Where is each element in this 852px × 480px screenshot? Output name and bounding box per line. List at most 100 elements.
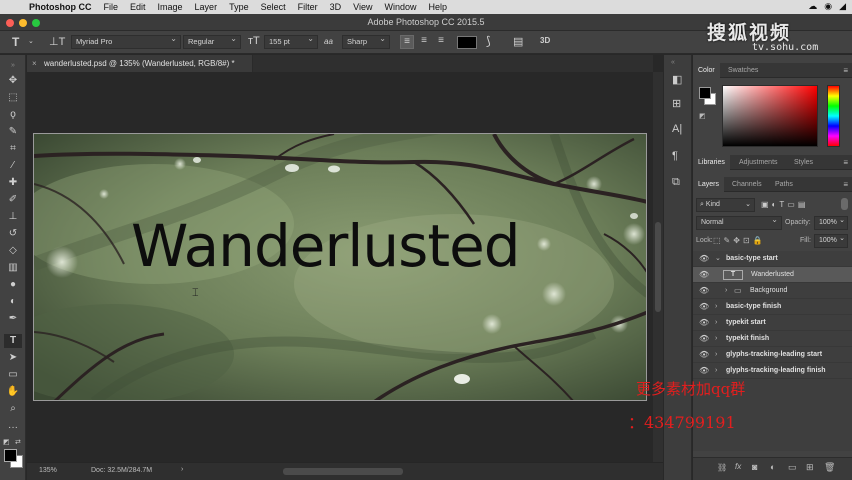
tab-channels[interactable]: Channels [727,177,767,192]
group-collapsed-chevron-icon[interactable]: › [715,363,717,379]
filter-toggle[interactable] [841,198,848,210]
crop-tool-icon[interactable]: ⌗ [4,142,22,156]
menu-edit[interactable]: Edit [130,2,146,12]
libraries-panel-menu-icon[interactable]: ≡ [843,158,848,167]
adjustment-layer-icon[interactable]: ◐ [770,462,775,472]
layer-text-wanderlusted[interactable]: 👁 T Wanderlusted [693,267,852,283]
layers-panel-menu-icon[interactable]: ≡ [843,180,848,189]
menu-type[interactable]: Type [229,2,249,12]
swap-colors-icon[interactable]: ⇄ [15,438,21,446]
layer-group-glyphs-start[interactable]: 👁 › glyphs-tracking-leading start [693,347,852,363]
close-tab-icon[interactable]: × [32,55,37,72]
pen-tool-icon[interactable]: ✒ [4,312,22,326]
hue-slider[interactable] [827,85,840,147]
layer-filter-icons[interactable]: ▣◐T▭▤ [761,200,808,209]
volume-icon[interactable]: ◢ [839,1,846,12]
group-collapsed-chevron-icon[interactable]: › [715,299,717,315]
type-tool-preset-icon[interactable]: T [12,35,19,49]
status-menu-arrow-icon[interactable]: › [181,466,183,473]
menu-window[interactable]: Window [384,2,416,12]
blur-tool-icon[interactable]: ● [4,278,22,292]
zoom-tool-icon[interactable]: ⌕ [4,402,22,416]
vertical-scroll-thumb[interactable] [655,222,661,312]
new-layer-icon[interactable]: ⊞ [806,462,814,473]
glyphs-panel-icon[interactable]: ⧉ [672,176,680,189]
lasso-tool-icon[interactable]: ϙ [4,108,22,122]
brush-tool-icon[interactable]: ✐ [4,193,22,207]
visibility-eye-icon[interactable]: 👁 [699,283,709,299]
color-reset-icon[interactable]: ◩ [699,112,706,120]
rectangle-tool-icon[interactable]: ▭ [4,368,22,382]
zoom-level[interactable]: 135% [39,467,57,474]
layer-filter-kind[interactable]: ⌕ Kind ⌄ [696,198,755,212]
horizontal-scroll-thumb[interactable] [283,468,403,475]
visibility-eye-icon[interactable]: 👁 [699,363,709,379]
menu-image[interactable]: Image [158,2,183,12]
visibility-eye-icon[interactable]: 👁 [699,347,709,363]
tab-styles[interactable]: Styles [789,155,818,170]
font-family-select[interactable]: Myriad Pro [71,33,181,49]
font-size-select[interactable]: 155 pt [264,33,318,49]
menu-file[interactable]: File [104,2,119,12]
properties-panel-icon[interactable]: ⊞ [672,97,681,110]
character-panel-icon[interactable]: ▤ [513,35,523,48]
foreground-color-swatch[interactable] [4,449,17,462]
type-tool-icon[interactable]: T [4,334,22,348]
path-selection-tool-icon[interactable]: ➤ [4,351,22,365]
hand-tool-icon[interactable]: ✋ [4,385,22,399]
tab-color[interactable]: Color [693,63,720,78]
marquee-tool-icon[interactable]: ⬚ [4,91,22,105]
opacity-field[interactable]: 100% ⌄ [814,216,848,230]
tab-layers[interactable]: Layers [693,177,725,192]
tab-adjustments[interactable]: Adjustments [734,155,783,170]
anti-alias-select[interactable]: Sharp [342,33,390,49]
new-group-icon[interactable]: ▭ [788,462,797,473]
canvas-text-layer[interactable]: Wanderlusted [131,212,521,280]
blend-mode-select[interactable]: Normal [696,214,782,230]
document-tab[interactable]: × wanderlusted.psd @ 135% (Wanderlusted,… [27,55,253,72]
color-picker-field[interactable] [722,85,818,147]
more-tools-icon[interactable]: ··· [4,421,22,435]
visibility-eye-icon[interactable]: 👁 [699,267,709,283]
quick-select-tool-icon[interactable]: ✎ [4,125,22,139]
lock-icons[interactable]: ⬚✎✥⊡🔒 [713,236,766,245]
group-expanded-chevron-icon[interactable]: ⌄ [715,251,721,267]
move-tool-icon[interactable]: ✥ [4,74,22,88]
menu-help[interactable]: Help [428,2,447,12]
layer-group-glyphs-finish[interactable]: 👁 › glyphs-tracking-leading finish [693,363,852,379]
dock-expand-icon[interactable]: « [671,59,675,66]
layer-group-basic-type-finish[interactable]: 👁 › basic-type finish [693,299,852,315]
paragraph-panel-dock-icon[interactable]: ¶ [672,150,678,162]
delete-layer-icon[interactable]: 🗑 [824,462,835,473]
tab-swatches[interactable]: Swatches [723,63,763,78]
menu-3d[interactable]: 3D [330,2,342,12]
history-brush-tool-icon[interactable]: ↺ [4,227,22,241]
character-panel-dock-icon[interactable]: A| [672,123,682,135]
preset-dropdown-icon[interactable]: ⌄ [28,37,34,45]
eraser-tool-icon[interactable]: ◇ [4,244,22,258]
group-collapsed-chevron-icon[interactable]: › [725,283,727,299]
link-layers-icon[interactable]: ⛓ [717,463,727,472]
menu-select[interactable]: Select [261,2,286,12]
color-foreground-swatch[interactable] [699,87,711,99]
eyedropper-tool-icon[interactable]: ⁄ [4,159,22,173]
group-collapsed-chevron-icon[interactable]: › [715,331,717,347]
warp-text-icon[interactable]: ⟆ [486,34,491,48]
align-left-icon[interactable]: ≡ [400,35,414,49]
tab-paths[interactable]: Paths [770,177,798,192]
align-center-icon[interactable]: ≡ [417,35,431,49]
tools-collapse-icon[interactable]: » [4,59,22,73]
text-color-swatch[interactable] [457,36,477,49]
visibility-eye-icon[interactable]: 👁 [699,251,709,267]
color-panel-menu-icon[interactable]: ≡ [843,66,848,75]
layer-group-basic-type-start[interactable]: 👁 ⌄ basic-type start [693,251,852,267]
layer-style-icon[interactable]: fx [735,462,741,471]
menu-layer[interactable]: Layer [195,2,218,12]
visibility-eye-icon[interactable]: 👁 [699,299,709,315]
menu-filter[interactable]: Filter [298,2,318,12]
group-collapsed-chevron-icon[interactable]: › [715,347,717,363]
document-canvas[interactable]: Wanderlusted ⌶ [33,133,647,401]
toggle-orientation-icon[interactable]: ⊥T [49,35,65,48]
status-icon[interactable]: ◉ [824,1,832,12]
3d-button[interactable]: 3D [540,36,550,45]
